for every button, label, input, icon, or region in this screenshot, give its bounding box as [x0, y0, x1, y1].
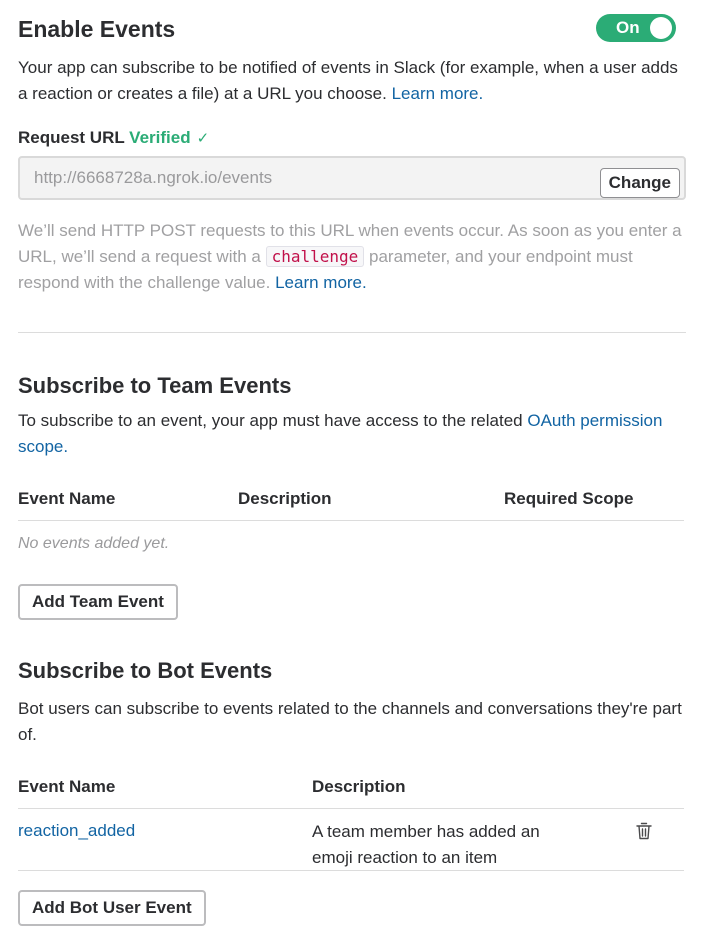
bot-table-row-line — [18, 870, 684, 871]
team-events-description: To subscribe to an event, your app must … — [18, 408, 686, 460]
event-name-link[interactable]: reaction_added — [18, 821, 135, 841]
verified-status: Verified — [129, 128, 191, 147]
team-events-title: Subscribe to Team Events — [18, 373, 292, 398]
bot-events-title: Subscribe to Bot Events — [18, 658, 273, 683]
enable-events-learn-more-link[interactable]: Learn more. — [392, 84, 484, 103]
request-url-learn-more-link[interactable]: Learn more. — [275, 273, 367, 292]
request-url-field[interactable]: http://6668728a.ngrok.io/events Change — [18, 156, 686, 200]
checkmark-icon: ✓ — [196, 130, 210, 147]
challenge-code: challenge — [265, 246, 365, 267]
enable-events-title: Enable Events — [18, 16, 176, 42]
request-url-value: http://6668728a.ngrok.io/events — [34, 168, 273, 187]
enable-events-description: Your app can subscribe to be notified of… — [18, 55, 686, 107]
toggle-knob — [650, 17, 672, 39]
event-description: A team member has added an emoji reactio… — [312, 822, 540, 867]
enable-events-toggle[interactable]: On — [596, 14, 676, 42]
team-col-event-name: Event Name — [18, 489, 116, 508]
request-url-label-row: Request URL Verified ✓ — [18, 128, 209, 148]
change-url-button[interactable]: Change — [599, 168, 680, 198]
team-events-text: To subscribe to an event, your app must … — [18, 411, 523, 430]
trash-icon[interactable] — [636, 822, 652, 840]
team-col-required-scope: Required Scope — [504, 489, 634, 508]
add-bot-user-event-button[interactable]: Add Bot User Event — [18, 890, 206, 926]
enable-events-text: Your app can subscribe to be notified of… — [18, 58, 678, 103]
add-team-event-button[interactable]: Add Team Event — [18, 584, 178, 620]
team-events-empty: No events added yet. — [18, 535, 170, 552]
team-table-header-line — [18, 520, 684, 521]
bot-col-description: Description — [312, 777, 406, 796]
section-divider — [18, 332, 686, 333]
bot-table-header-line — [18, 808, 684, 809]
toggle-label: On — [616, 18, 640, 37]
team-col-description: Description — [238, 489, 332, 508]
request-url-label: Request URL — [18, 128, 125, 147]
bot-col-event-name: Event Name — [18, 777, 116, 796]
request-url-help: We’ll send HTTP POST requests to this UR… — [18, 218, 686, 296]
bot-events-description: Bot users can subscribe to events relate… — [18, 699, 682, 744]
enable-events-header: Enable Events On — [18, 14, 686, 46]
